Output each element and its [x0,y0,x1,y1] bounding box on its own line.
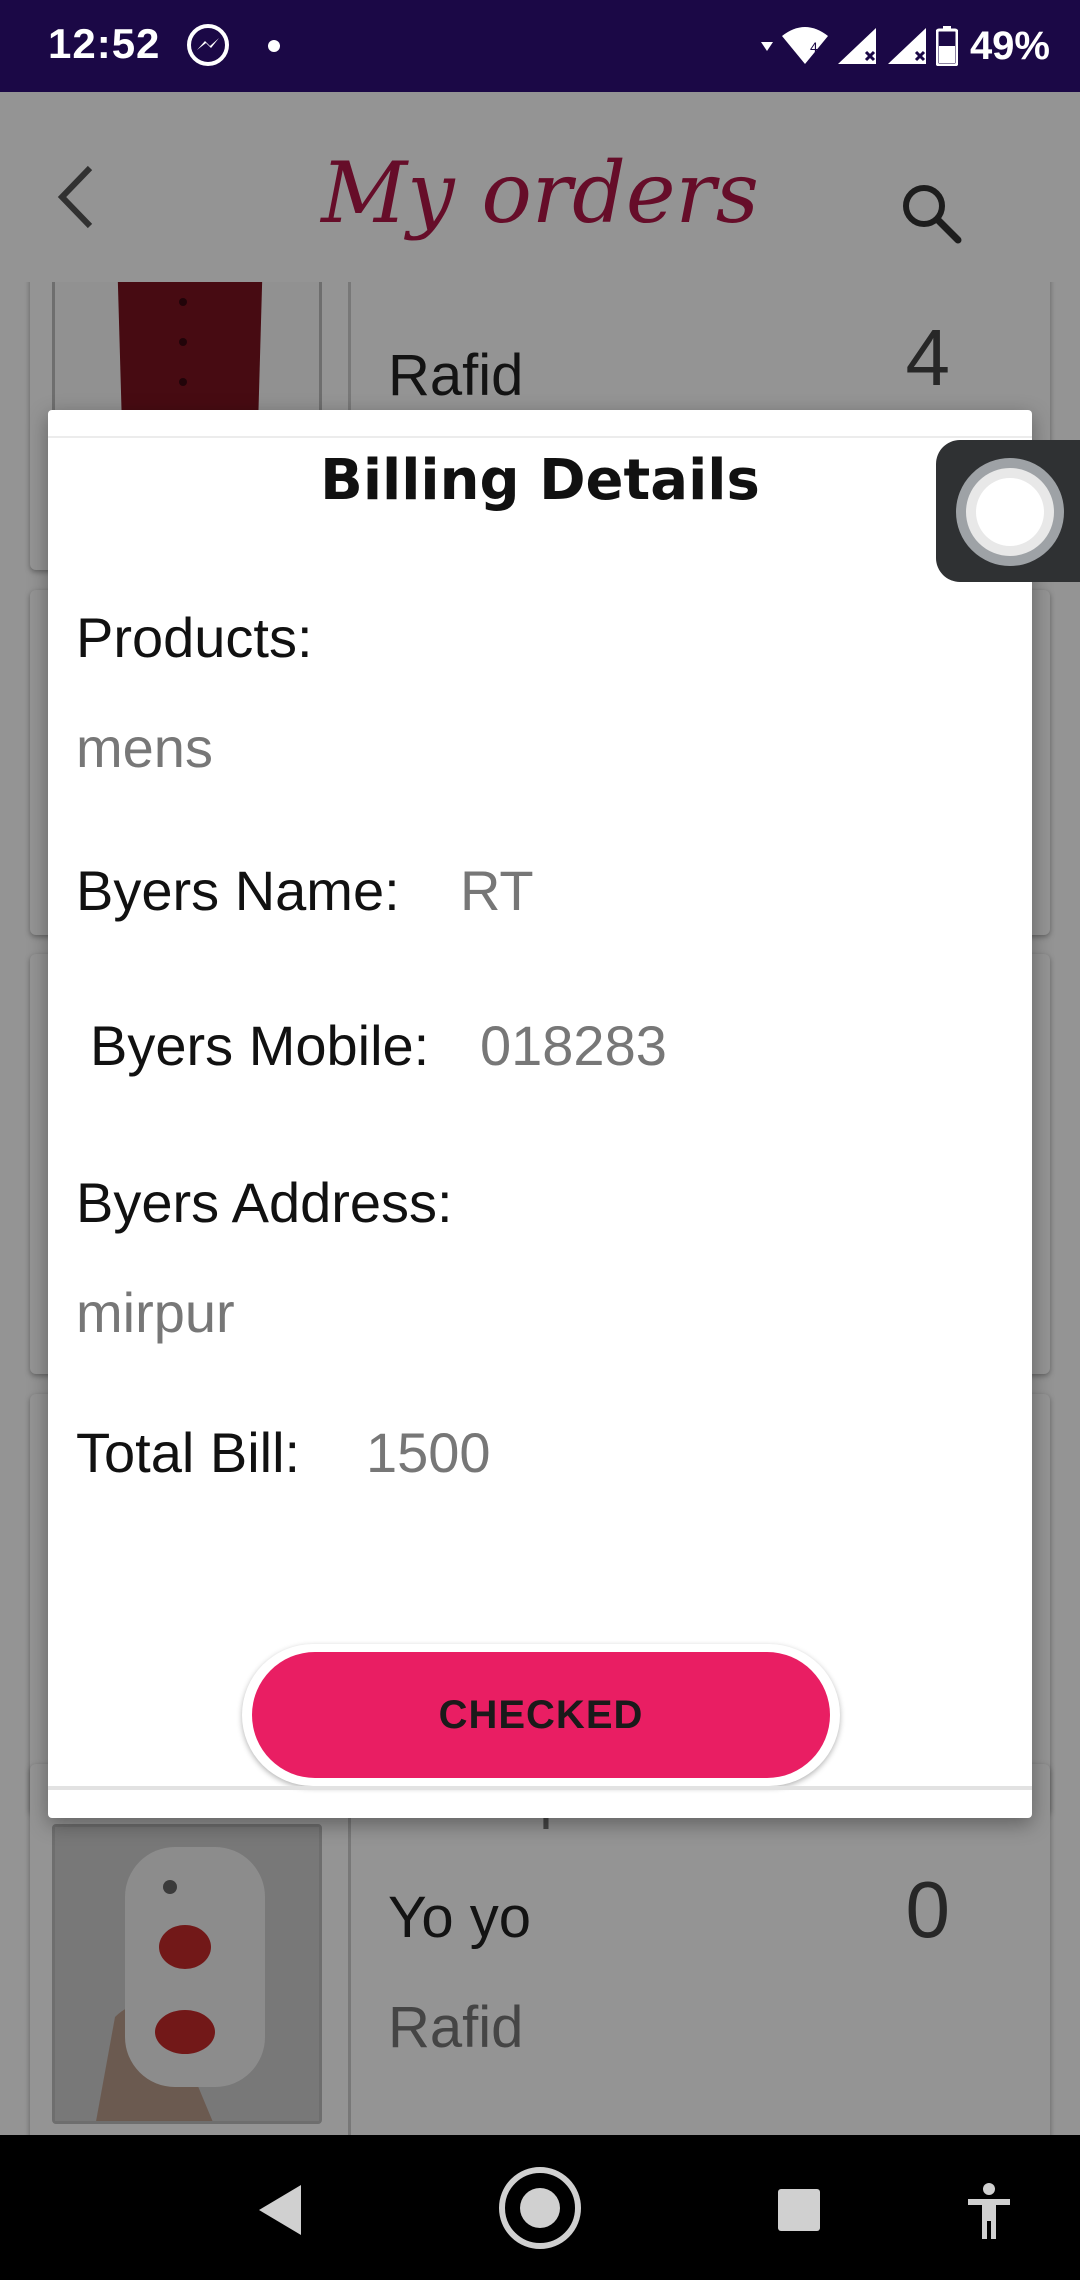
buyer-name-value: RT [460,859,534,922]
floating-assistive-button[interactable] [936,440,1080,582]
assistive-core [976,478,1044,546]
total-bill-value: 1500 [366,1421,491,1484]
signal-icon [837,28,876,64]
battery-icon [935,26,958,66]
recents-square-icon[interactable] [776,2187,822,2233]
battery-percent: 49% [969,23,1050,68]
wifi-arrow-icon [760,42,773,51]
dialog-divider [48,1786,1032,1790]
dialog-divider [48,436,1032,438]
billing-dialog: Billing Details Products: mens Byers Nam… [48,410,1032,1818]
wifi-icon: 4 [781,27,828,64]
buyer-mobile-value: 018283 [480,1014,667,1077]
buyer-address-value: mirpur [76,1281,235,1344]
buyer-name-label: Byers Name: [76,859,400,922]
system-nav-bar [0,2135,1080,2280]
products-value: mens [76,716,213,779]
accessibility-icon[interactable] [966,2181,1012,2241]
messenger-icon [187,24,229,66]
checked-button-label[interactable]: CHECKED [252,1652,830,1778]
dialog-title: Billing Details [320,448,760,513]
notification-dot-icon [268,40,280,52]
total-bill-label: Total Bill: [76,1421,301,1484]
signal-icon [887,28,926,64]
svg-text:4: 4 [810,39,818,55]
home-circle-icon[interactable] [497,2165,583,2251]
assistive-ring-icon [956,458,1064,566]
status-time: 12:52 [48,20,161,67]
products-label: Products: [76,606,313,669]
buyer-mobile-label: Byers Mobile: [90,1014,430,1077]
checked-button[interactable]: CHECKED [242,1644,840,1786]
status-icons: 4 49% [760,18,1050,74]
buyer-address-label: Byers Address: [76,1171,453,1234]
status-bar: 12:52 4 49% [0,0,1080,92]
back-triangle-icon[interactable] [255,2183,305,2237]
